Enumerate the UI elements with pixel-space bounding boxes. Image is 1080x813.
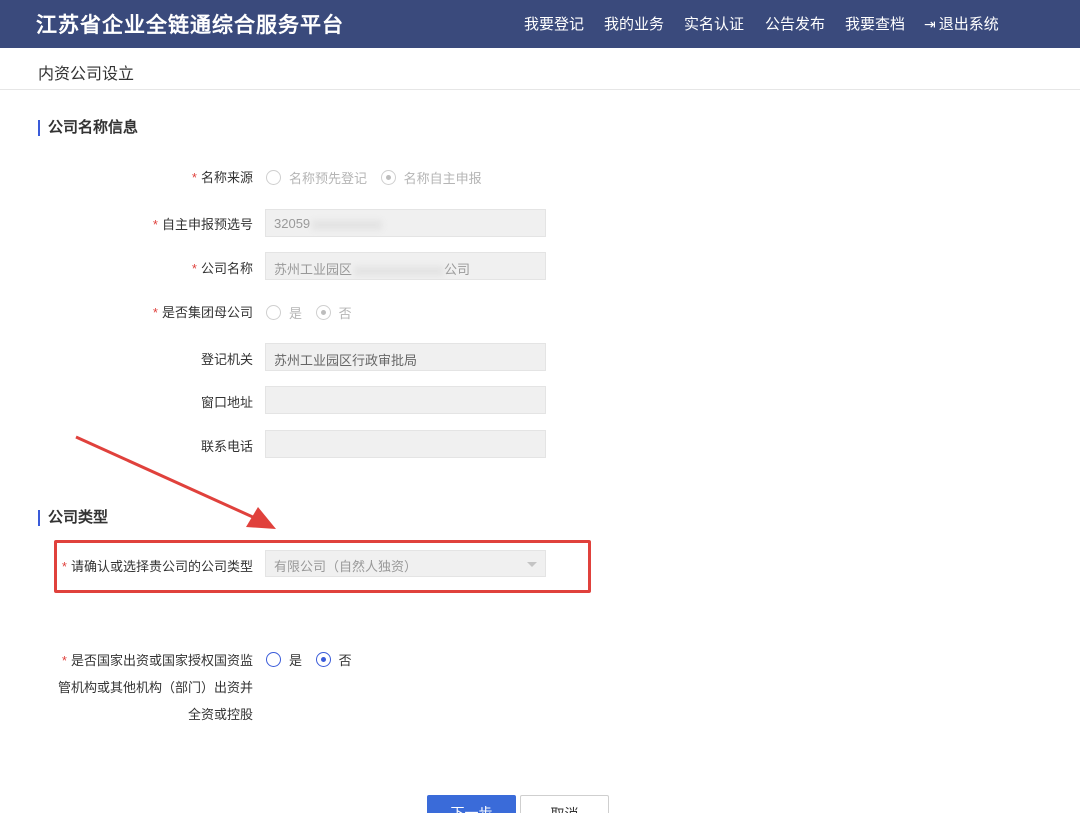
company-type-label: * 请确认或选择贵公司的公司类型 (61, 559, 253, 574)
chevron-down-icon (527, 562, 537, 567)
company-type-select[interactable]: 有限公司（自然人独资） (265, 550, 546, 577)
radio-state-owned-no[interactable]: 否 (315, 650, 352, 669)
state-owned-radio-group: 是 否 (266, 650, 362, 670)
next-step-button[interactable]: 下一步 (427, 795, 516, 813)
cancel-button[interactable]: 取消 (520, 795, 609, 813)
radio-state-owned-yes[interactable]: 是 (266, 650, 302, 669)
radio-circle-icon (315, 652, 331, 667)
state-owned-label: * 是否国家出资或国家授权国资监 管机构或其他机构（部门）出资并 全资或控股 (57, 653, 253, 722)
radio-circle-icon (266, 652, 281, 667)
